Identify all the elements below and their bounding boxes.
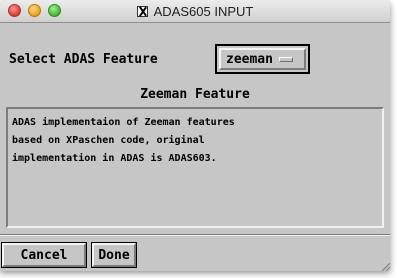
resize-grip-icon[interactable] — [380, 261, 390, 271]
window-title: ADAS605 INPUT — [153, 3, 254, 19]
cancel-button[interactable]: Cancel — [1, 242, 87, 268]
option-menu-value: zeeman — [226, 51, 273, 67]
option-menu-face[interactable]: zeeman — [219, 48, 306, 70]
select-feature-label: Select ADAS Feature — [9, 52, 158, 67]
x11-icon — [136, 5, 148, 17]
option-menu-indicator-icon — [278, 56, 293, 62]
feature-title: Zeeman Feature — [140, 87, 250, 102]
done-button[interactable]: Done — [91, 242, 137, 268]
bottom-divider — [0, 234, 390, 236]
feature-description-text: ADAS implementaion of Zeeman features ba… — [12, 117, 235, 164]
app-window: ADAS605 INPUT Select ADAS Feature zeeman… — [0, 0, 390, 271]
feature-description-box[interactable]: ADAS implementaion of Zeeman features ba… — [6, 107, 384, 228]
window-title-wrap: ADAS605 INPUT — [0, 0, 390, 22]
feature-option-menu[interactable]: zeeman — [215, 44, 310, 74]
title-bar[interactable]: ADAS605 INPUT — [0, 0, 390, 23]
feature-select-row: Select ADAS Feature zeeman — [0, 44, 390, 76]
